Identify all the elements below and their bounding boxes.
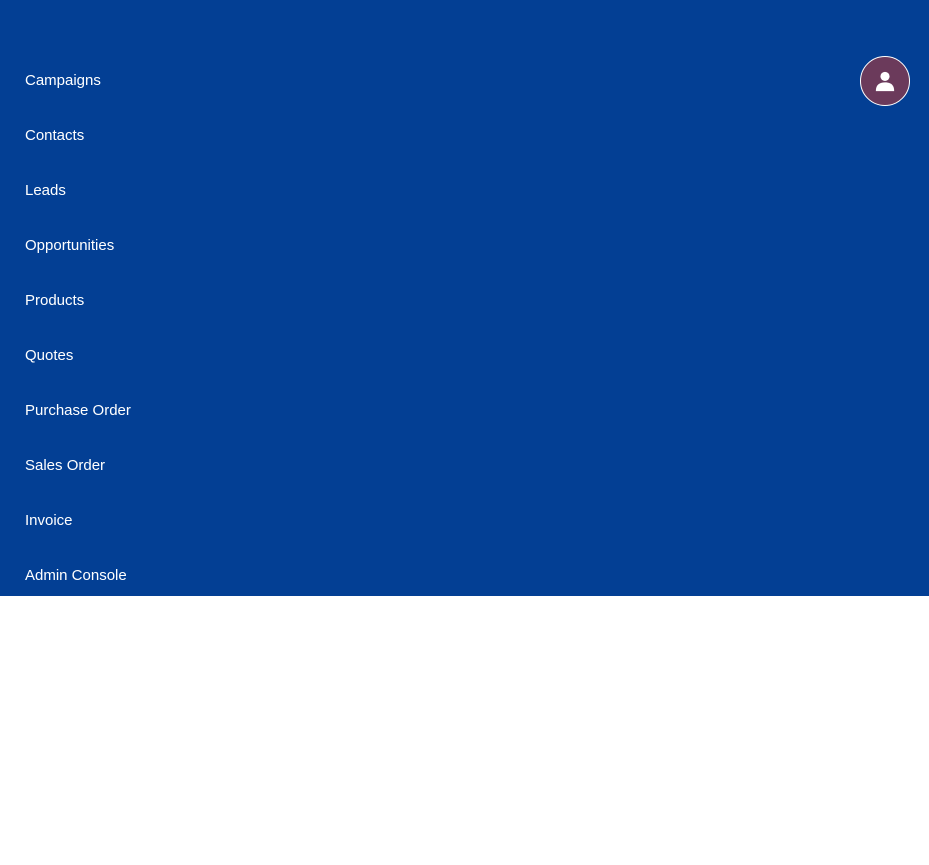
nav-item-sales-order[interactable]: Sales Order (25, 438, 131, 493)
nav-item-leads[interactable]: Leads (25, 163, 131, 218)
nav-list: Campaigns Contacts Leads Opportunities P… (25, 53, 131, 603)
nav-item-admin-console[interactable]: Admin Console (25, 548, 131, 603)
nav-item-quotes[interactable]: Quotes (25, 328, 131, 383)
nav-item-products[interactable]: Products (25, 273, 131, 328)
nav-item-contacts[interactable]: Contacts (25, 108, 131, 163)
nav-item-invoice[interactable]: Invoice (25, 493, 131, 548)
main-content-area (0, 596, 929, 865)
user-icon (874, 70, 896, 92)
navigation-menu: Campaigns Contacts Leads Opportunities P… (0, 0, 929, 596)
nav-item-purchase-order[interactable]: Purchase Order (25, 383, 131, 438)
nav-item-campaigns[interactable]: Campaigns (25, 53, 131, 108)
user-avatar-button[interactable] (860, 56, 910, 106)
nav-item-opportunities[interactable]: Opportunities (25, 218, 131, 273)
